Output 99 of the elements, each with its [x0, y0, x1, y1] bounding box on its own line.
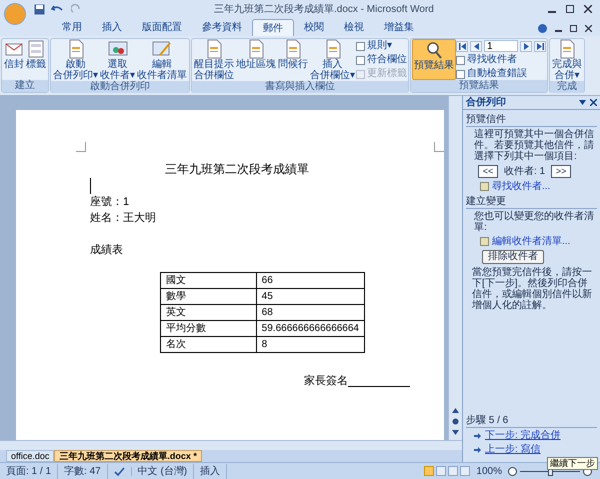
document-tab[interactable]: office.doc: [6, 450, 54, 462]
ribbon-tab[interactable]: 常用: [52, 19, 92, 36]
pane-link[interactable]: 尋找收件者...: [492, 181, 550, 192]
first-record-icon: [458, 42, 466, 50]
status-text: 頁面: 1 / 1: [0, 464, 58, 478]
document-title: 三年九班第二次段考成績單: [164, 161, 310, 178]
record-number-field[interactable]: 1: [484, 40, 518, 52]
horizontal-scrollbar[interactable]: [0, 440, 462, 450]
ribbon-button[interactable]: 醒目提示 合併欄位: [193, 39, 235, 81]
restore-icon[interactable]: [570, 24, 577, 32]
close-icon[interactable]: [590, 99, 597, 106]
right-arrow-icon: [524, 42, 528, 50]
ribbon-command[interactable]: 符合欄位: [356, 54, 407, 66]
ribbon-button[interactable]: 選取 收件者▾: [99, 39, 136, 81]
ribbon-tab[interactable]: 參考資料: [192, 19, 252, 36]
ribbon-button[interactable]: 完成與 合併▾: [551, 39, 583, 81]
maximize-icon[interactable]: [566, 5, 574, 13]
pane-title: 合併列印: [466, 96, 506, 110]
find-icon: [480, 182, 489, 191]
step-indicator: 步驟 5 / 6: [466, 415, 597, 428]
document-tab[interactable]: 三年九班第二次段考成績單.docx *: [54, 450, 202, 462]
group-label: 書寫與插入欄位: [192, 81, 408, 93]
section-heading: 建立變更: [466, 196, 597, 209]
close-icon[interactable]: [584, 5, 592, 13]
table-cell: 8: [256, 336, 364, 352]
tooltip: 繼續下一步: [547, 457, 598, 470]
browse-object-icon[interactable]: [452, 418, 459, 425]
table-cell: 59.666666666666664: [256, 320, 364, 336]
previous-page-icon[interactable]: [452, 407, 459, 414]
table-cell: 國文: [160, 272, 256, 288]
insert-mode-status[interactable]: 插入: [194, 464, 228, 478]
table-cell: 名次: [160, 336, 256, 352]
vertical-scrollbar[interactable]: [448, 96, 462, 440]
ribbon-command[interactable]: 規則▾: [356, 40, 407, 52]
table-cell: 68: [256, 304, 364, 320]
signature-label: 家長簽名: [304, 374, 348, 389]
ribbon-command[interactable]: 自動檢查錯誤: [456, 68, 546, 80]
table-cell: 45: [256, 288, 364, 304]
ribbon-tab[interactable]: 版面配置: [132, 19, 192, 36]
ribbon-button[interactable]: 標籤: [25, 39, 47, 80]
previous-step-link[interactable]: 上一步: 寫信: [485, 444, 541, 456]
ribbon-tab[interactable]: 插入: [92, 19, 132, 36]
previous-record-button[interactable]: [470, 40, 482, 52]
help-icon[interactable]: [538, 24, 547, 32]
window-title: 三年九班第二次段考成績單.docx - Microsoft Word: [214, 2, 434, 17]
ribbon-button[interactable]: 插入 合併欄位▾: [309, 39, 356, 81]
label-sheet-icon: [26, 39, 46, 59]
ribbon-button[interactable]: 地址區塊: [235, 39, 277, 81]
edit-list-icon: [480, 237, 489, 246]
instruction-text: 當您預覽完信件後，請按一下[下一步]。然後列印合併信件，或編輯個別信件以新增個人化的註解。: [471, 267, 593, 311]
ribbon-tab[interactable]: 增益集: [374, 19, 424, 36]
save-icon[interactable]: [34, 4, 45, 14]
document-text: 座號：1: [90, 194, 130, 210]
instruction-text: 您也可以變更您的收件者清單:: [473, 211, 595, 233]
ribbon-button[interactable]: 信封: [3, 39, 25, 80]
table-cell: 數學: [160, 288, 256, 304]
proofing-icon[interactable]: [114, 466, 125, 476]
last-record-button[interactable]: [534, 40, 546, 52]
corner-mark: [434, 142, 444, 152]
language-status[interactable]: 中文 (台灣): [132, 464, 194, 478]
group-label: 完成: [550, 81, 584, 93]
document-text: 姓名：王大明: [90, 211, 156, 226]
left-arrow-icon: [474, 42, 478, 50]
ribbon-button[interactable]: 問候行: [277, 39, 309, 81]
next-page-icon[interactable]: [452, 429, 459, 436]
table-cell: 英文: [160, 304, 256, 320]
group-label: 建立: [2, 80, 48, 92]
next-step-link[interactable]: 下一步: 完成合併: [485, 430, 561, 442]
previous-button[interactable]: <<: [478, 165, 498, 178]
corner-mark: [76, 142, 86, 152]
ribbon-tab[interactable]: 郵件: [252, 19, 294, 36]
first-record-button[interactable]: [456, 40, 468, 52]
last-record-icon: [536, 42, 544, 50]
group-label: 預覽結果: [411, 80, 547, 92]
arrow-icon: [474, 447, 481, 453]
table-cell: 66: [256, 272, 364, 288]
ribbon-command[interactable]: 尋找收件者: [456, 54, 546, 66]
exclude-button[interactable]: 排除收件者: [482, 250, 544, 264]
ribbon-button[interactable]: 編輯 收件者清單: [136, 39, 188, 81]
close-icon[interactable]: [585, 24, 592, 32]
next-record-button[interactable]: [520, 40, 532, 52]
arrow-icon: [474, 433, 481, 439]
instruction-text: 這裡可預覽其中一個合併信件。若要預覽其他信件，請選擇下列其中一個項目:: [473, 129, 595, 162]
ribbon-button[interactable]: 預覽結果: [412, 39, 456, 80]
zoom-level[interactable]: 100%: [470, 464, 508, 478]
status-text: 字數: 47: [58, 464, 108, 478]
text-cursor: [90, 178, 91, 194]
pane-link[interactable]: 編輯收件者清單...: [492, 236, 570, 247]
recipient-count: 收件者: 1: [504, 166, 546, 177]
zoom-out-icon[interactable]: [508, 466, 517, 476]
ribbon-button[interactable]: 啟動 合併列印▾: [52, 39, 99, 81]
table-cell: 平均分數: [160, 320, 256, 336]
next-button[interactable]: >>: [551, 165, 572, 178]
ribbon-tab[interactable]: 校閱: [294, 19, 334, 36]
dropdown-icon[interactable]: [579, 100, 586, 105]
section-heading: 預覽信件: [466, 114, 597, 127]
document-text: 成績表: [90, 243, 123, 258]
group-label: 啟動合併列印: [51, 81, 189, 93]
ribbon-tab[interactable]: 檢視: [334, 19, 374, 36]
